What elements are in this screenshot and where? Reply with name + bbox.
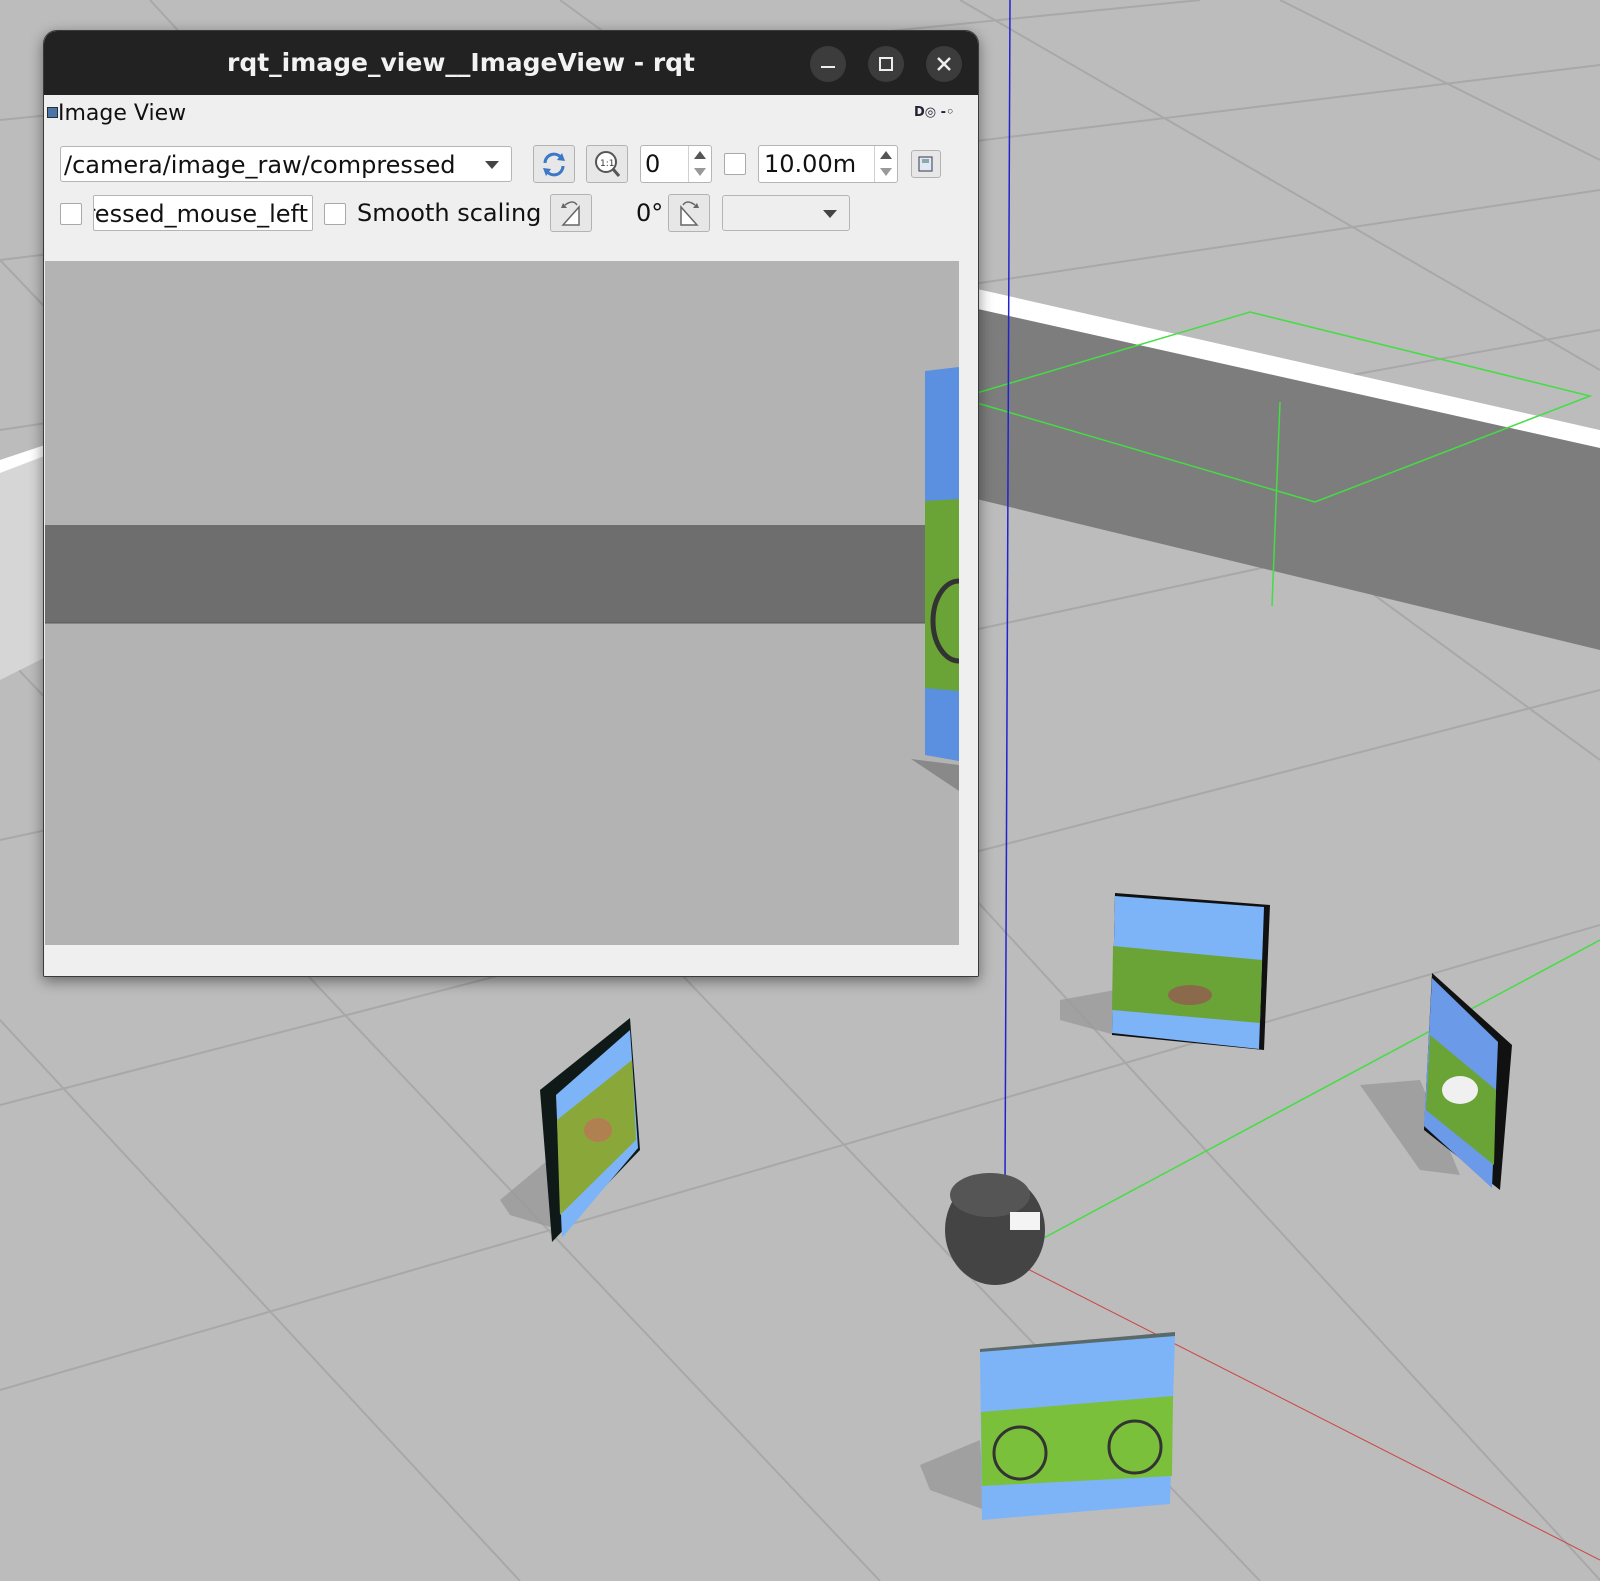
mouse-topic-input[interactable]: pressed_mouse_left bbox=[93, 195, 313, 231]
zoom-1to1-icon: 1:1 bbox=[595, 151, 621, 177]
rotation-label: 0° bbox=[636, 199, 664, 227]
topic-select[interactable]: /camera/image_raw/compressed bbox=[60, 146, 512, 182]
camera-image-view[interactable] bbox=[45, 261, 959, 945]
gridlines-value: 0 bbox=[645, 150, 661, 178]
save-icon bbox=[918, 156, 933, 172]
refresh-icon bbox=[543, 152, 565, 177]
smooth-scaling-checkbox[interactable] bbox=[324, 203, 346, 225]
plugin-icon bbox=[47, 107, 58, 118]
rotate-right-icon bbox=[680, 201, 699, 226]
mouse-topic-value: pressed_mouse_left bbox=[93, 200, 308, 228]
camera-image bbox=[45, 261, 959, 945]
duration-value: 10.00m bbox=[764, 150, 857, 178]
window-titlebar[interactable]: rqt_image_view__ImageView - rqt bbox=[44, 31, 978, 95]
svg-text:1:1: 1:1 bbox=[600, 159, 614, 169]
maximize-button[interactable] bbox=[868, 46, 904, 82]
refresh-button[interactable] bbox=[533, 145, 575, 183]
status-bar bbox=[44, 945, 978, 976]
spin-arrows[interactable] bbox=[688, 146, 711, 182]
maximize-icon bbox=[879, 57, 893, 71]
close-icon bbox=[937, 57, 951, 71]
zoom-1to1-button[interactable]: 1:1 bbox=[586, 145, 628, 183]
rotate-left-icon bbox=[561, 201, 580, 226]
duration-checkbox[interactable] bbox=[724, 153, 746, 175]
rqt-window[interactable]: rqt_image_view__ImageView - rqt Image Vi… bbox=[43, 30, 979, 977]
plugin-title: Image View bbox=[58, 101, 187, 125]
rotation-mode-select[interactable] bbox=[722, 195, 850, 231]
save-image-button[interactable] bbox=[911, 150, 941, 178]
minimize-icon bbox=[821, 66, 835, 68]
chevron-down-icon bbox=[823, 210, 837, 218]
smooth-scaling-label: Smooth scaling bbox=[357, 199, 542, 227]
plugin-help-close-icon[interactable]: D◎ -◦ bbox=[914, 105, 954, 120]
gridlines-spinbox[interactable]: 0 bbox=[640, 145, 712, 183]
topic-select-value: /camera/image_raw/compressed bbox=[64, 151, 456, 179]
rotate-left-button[interactable] bbox=[550, 194, 592, 232]
spin-arrows[interactable] bbox=[874, 146, 897, 182]
duration-spinbox[interactable]: 10.00m bbox=[758, 145, 898, 183]
close-button[interactable] bbox=[926, 46, 962, 82]
rotate-right-button[interactable] bbox=[668, 194, 710, 232]
publish-mouse-checkbox[interactable] bbox=[60, 203, 82, 225]
chevron-down-icon bbox=[485, 161, 499, 169]
minimize-button[interactable] bbox=[810, 46, 846, 82]
